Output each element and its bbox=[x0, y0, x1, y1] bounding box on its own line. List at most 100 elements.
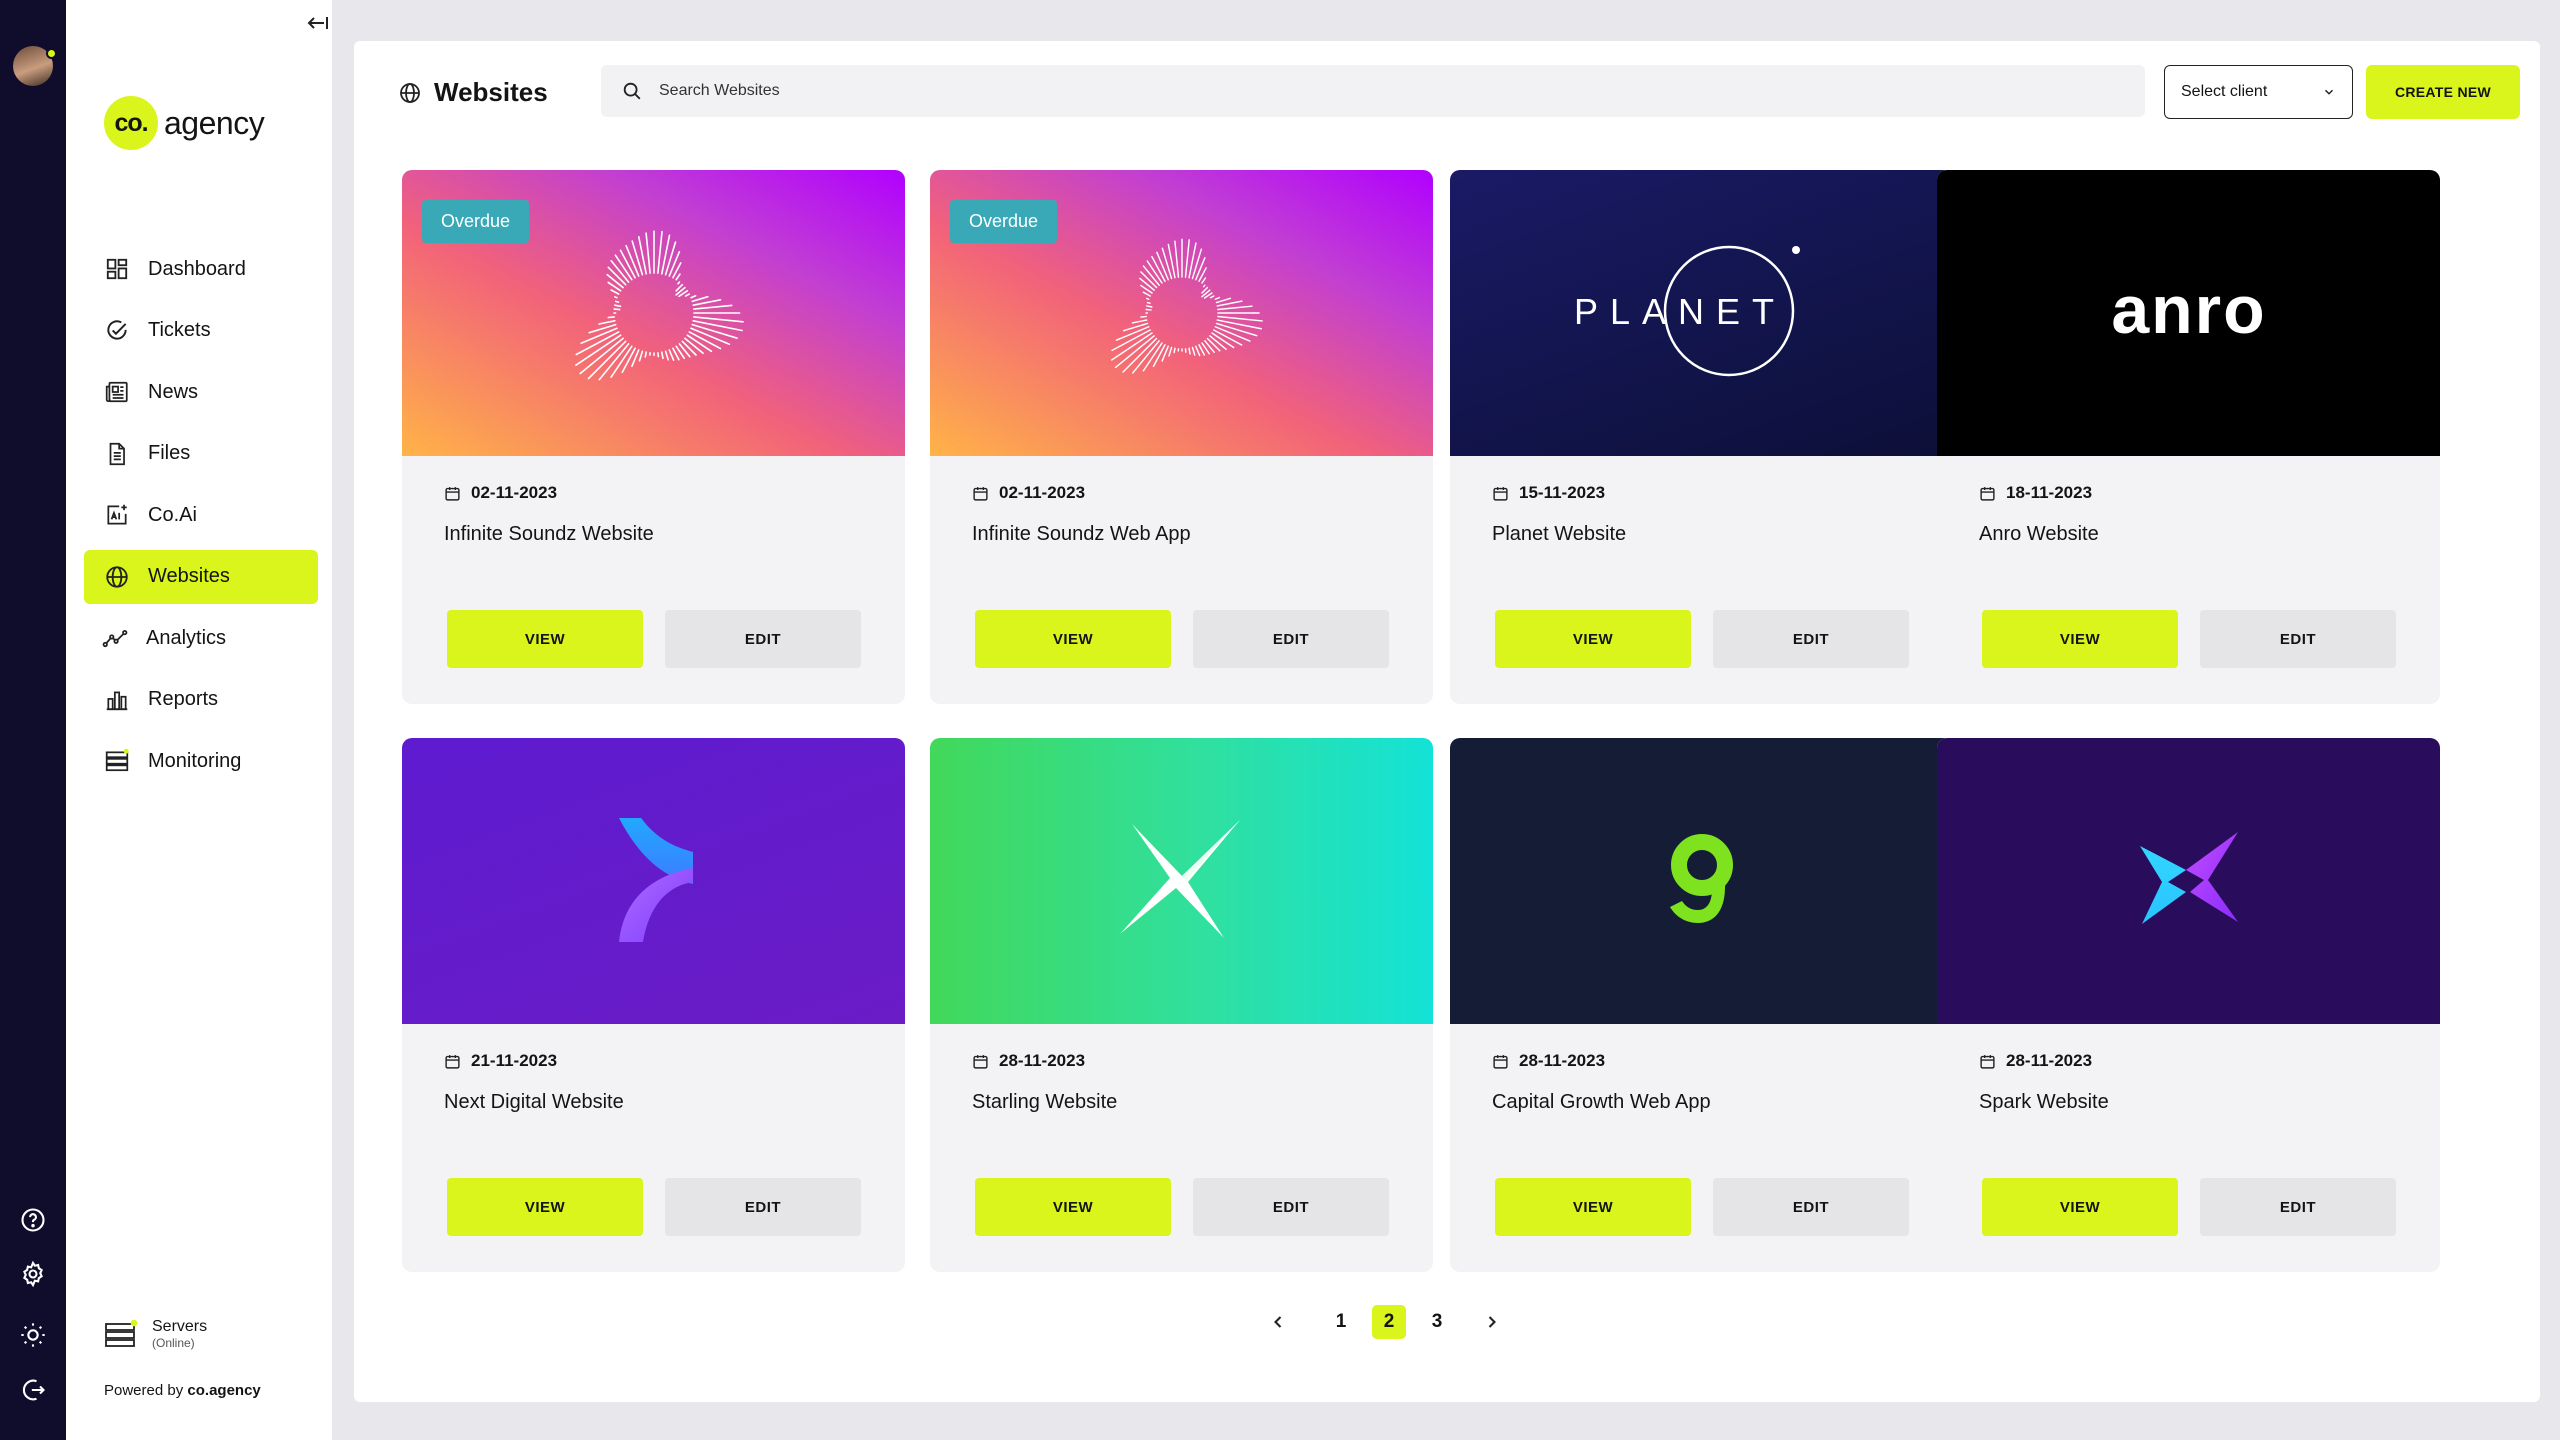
logout-icon[interactable] bbox=[19, 1376, 47, 1404]
brand-logo[interactable]: co. agency bbox=[104, 96, 265, 150]
sidebar-item-coai[interactable]: Co.Ai bbox=[84, 488, 318, 542]
page-title: Websites bbox=[398, 77, 548, 108]
sidebar-item-label: Dashboard bbox=[148, 257, 246, 280]
calendar-icon bbox=[973, 486, 988, 501]
website-card: 28-11-2023 Spark Website VIEW EDIT bbox=[1937, 738, 2440, 1272]
edit-button[interactable]: EDIT bbox=[1193, 610, 1389, 668]
create-new-button[interactable]: CREATE NEW bbox=[2366, 65, 2520, 119]
card-date: 28-11-2023 bbox=[1492, 1051, 1605, 1071]
calendar-icon bbox=[1980, 486, 1995, 501]
page-2-button[interactable]: 2 bbox=[1372, 1305, 1406, 1339]
website-thumbnail[interactable] bbox=[1450, 738, 1953, 1024]
view-button[interactable]: VIEW bbox=[1982, 1178, 2178, 1236]
check-circle-icon bbox=[107, 319, 127, 340]
next-page-button[interactable] bbox=[1475, 1305, 1509, 1339]
brand-name: agency bbox=[164, 104, 265, 141]
help-icon[interactable] bbox=[19, 1206, 47, 1234]
sidebar: co. agency Dashboard Tickets News Files … bbox=[66, 0, 332, 1440]
sidebar-item-websites[interactable]: Websites bbox=[84, 549, 318, 604]
card-date: 28-11-2023 bbox=[1979, 1051, 2092, 1071]
card-date: 18-11-2023 bbox=[1979, 483, 2092, 503]
sidebar-item-analytics[interactable]: Analytics bbox=[84, 611, 318, 665]
card-date: 28-11-2023 bbox=[972, 1051, 1085, 1071]
website-thumbnail[interactable]: anro bbox=[1937, 170, 2440, 456]
card-date: 02-11-2023 bbox=[972, 483, 1085, 503]
view-button[interactable]: VIEW bbox=[975, 1178, 1171, 1236]
powered-by-brand: co.agency bbox=[187, 1382, 261, 1399]
ai-icon bbox=[107, 504, 127, 525]
edit-button[interactable]: EDIT bbox=[665, 610, 861, 668]
view-button[interactable]: VIEW bbox=[1495, 610, 1691, 668]
sidebar-item-label: News bbox=[148, 380, 199, 403]
capital-growth-logo bbox=[1669, 834, 1733, 923]
left-rail bbox=[0, 0, 66, 1440]
card-date-text: 21-11-2023 bbox=[471, 1051, 558, 1070]
edit-button[interactable]: EDIT bbox=[665, 1178, 861, 1236]
view-button[interactable]: VIEW bbox=[975, 610, 1171, 668]
sidebar-item-reports[interactable]: Reports bbox=[84, 673, 318, 727]
edit-button[interactable]: EDIT bbox=[1713, 610, 1909, 668]
chevron-down-icon bbox=[2324, 89, 2334, 95]
edit-button[interactable]: EDIT bbox=[2200, 1178, 2396, 1236]
pagination: 1 2 3 bbox=[1254, 1305, 1516, 1339]
card-title: Infinite Soundz Website bbox=[444, 523, 654, 545]
page-1-button[interactable]: 1 bbox=[1324, 1305, 1358, 1339]
online-status-dot bbox=[46, 48, 57, 59]
edit-button[interactable]: EDIT bbox=[1193, 1178, 1389, 1236]
bar-chart-icon bbox=[106, 691, 128, 710]
settings-icon[interactable] bbox=[19, 1260, 47, 1288]
overdue-badge: Overdue bbox=[950, 200, 1058, 243]
spark-logo bbox=[2139, 832, 2238, 924]
view-button[interactable]: VIEW bbox=[1495, 1178, 1691, 1236]
website-thumbnail[interactable] bbox=[402, 738, 905, 1024]
analytics-icon bbox=[102, 629, 128, 648]
calendar-icon bbox=[973, 1054, 988, 1069]
card-title: Starling Website bbox=[972, 1091, 1118, 1113]
starling-logo bbox=[1119, 820, 1240, 938]
search-bar[interactable] bbox=[601, 65, 2145, 117]
website-thumbnail[interactable] bbox=[930, 738, 1433, 1024]
sidebar-item-dashboard[interactable]: Dashboard bbox=[84, 242, 318, 296]
server-stack-icon bbox=[105, 1319, 138, 1347]
card-date-text: 28-11-2023 bbox=[999, 1051, 1086, 1070]
sidebar-item-monitoring[interactable]: Monitoring bbox=[84, 734, 318, 788]
brand-mark: co. bbox=[104, 96, 158, 150]
website-card: Overdue 02-11-2023 Infinite Soundz Websi… bbox=[402, 170, 905, 704]
search-input[interactable] bbox=[659, 82, 2059, 100]
planet-logo-text: PLANET bbox=[1573, 291, 1785, 332]
card-title: Planet Website bbox=[1492, 523, 1627, 545]
sidebar-item-files[interactable]: Files bbox=[84, 427, 318, 481]
select-client-dropdown[interactable]: Select client bbox=[2164, 65, 2353, 119]
chevron-right-icon bbox=[1488, 1316, 1496, 1328]
chevron-left-icon bbox=[1274, 1316, 1282, 1328]
edit-button[interactable]: EDIT bbox=[1713, 1178, 1909, 1236]
calendar-icon bbox=[445, 1054, 460, 1069]
powered-by-prefix: Powered by bbox=[104, 1382, 184, 1399]
card-title: Capital Growth Web App bbox=[1492, 1091, 1711, 1113]
anro-logo: anro bbox=[2111, 272, 2264, 348]
card-title: Infinite Soundz Web App bbox=[972, 523, 1191, 545]
website-thumbnail[interactable]: PLANET bbox=[1450, 170, 1953, 456]
card-date: 15-11-2023 bbox=[1492, 483, 1605, 503]
theme-sun-icon[interactable] bbox=[19, 1321, 47, 1349]
website-card: 28-11-2023 Capital Growth Web App VIEW E… bbox=[1450, 738, 1953, 1272]
collapse-sidebar-icon[interactable] bbox=[302, 10, 332, 36]
view-button[interactable]: VIEW bbox=[1982, 610, 2178, 668]
view-button[interactable]: VIEW bbox=[447, 610, 643, 668]
page-3-button[interactable]: 3 bbox=[1420, 1305, 1454, 1339]
sidebar-item-label: Co.Ai bbox=[148, 503, 197, 526]
card-date-text: 18-11-2023 bbox=[2006, 483, 2093, 502]
previous-page-button[interactable] bbox=[1261, 1305, 1295, 1339]
sidebar-item-label: Monitoring bbox=[148, 749, 242, 772]
view-button[interactable]: VIEW bbox=[447, 1178, 643, 1236]
infinite-soundz-logo-icon bbox=[574, 230, 744, 381]
sidebar-item-label: Websites bbox=[148, 565, 230, 587]
edit-button[interactable]: EDIT bbox=[2200, 610, 2396, 668]
dashboard-icon bbox=[106, 258, 128, 280]
sidebar-item-news[interactable]: News bbox=[84, 365, 318, 419]
website-card: PLANET 15-11-2023 Planet Website VIEW ED… bbox=[1450, 170, 1953, 704]
website-card: 21-11-2023 Next Digital Website VIEW EDI… bbox=[402, 738, 905, 1272]
website-thumbnail[interactable] bbox=[1937, 738, 2440, 1024]
sidebar-item-tickets[interactable]: Tickets bbox=[84, 304, 318, 358]
servers-status[interactable]: Servers (Online) bbox=[104, 1318, 207, 1350]
